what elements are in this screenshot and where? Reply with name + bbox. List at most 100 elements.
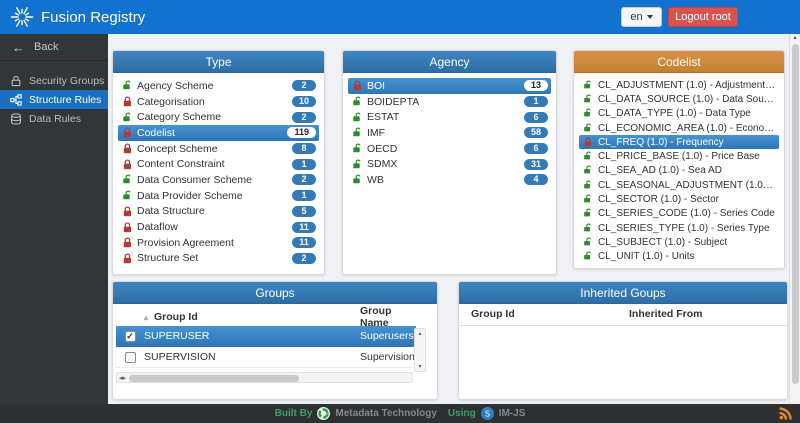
unlocked-padlock-icon	[122, 80, 133, 91]
column-header-group-id: Group Id	[154, 311, 198, 323]
list-item[interactable]: Concept Scheme 8	[118, 141, 319, 157]
list-item[interactable]: Data Consumer Scheme 2	[118, 172, 319, 188]
type-panel-header: Type	[113, 51, 324, 73]
list-item[interactable]: CL_DATA_SOURCE (1.0) - Data Source	[579, 92, 779, 106]
builder-name[interactable]: Metadata Technology	[335, 408, 437, 419]
list-item[interactable]: CL_PRICE_BASE (1.0) - Price Base	[579, 149, 779, 163]
list-item[interactable]: Categorisation 10	[118, 94, 319, 110]
rss-icon[interactable]	[778, 406, 793, 421]
list-item[interactable]: CL_SEA_AD (1.0) - Sea AD	[579, 164, 779, 178]
item-label: BOIDEPTA	[367, 96, 419, 108]
count-badge: 6	[524, 143, 548, 154]
list-item[interactable]: CL_SEASONAL_ADJUSTMENT (1.0) - Seasonal …	[579, 178, 779, 192]
item-label: Category Scheme	[137, 111, 221, 123]
scrollbar-thumb[interactable]	[129, 375, 299, 382]
scroll-down-icon[interactable]	[418, 363, 421, 370]
table-row[interactable]: SUPERUSER Superusers	[116, 326, 416, 347]
group-name-cell: Superusers	[360, 330, 416, 342]
footer: Built By Metadata Technology Using S IM-…	[0, 404, 800, 423]
item-label: CL_ECONOMIC_AREA (1.0) - Economic Area	[598, 123, 776, 134]
agency-panel-header: Agency	[343, 51, 556, 73]
structure-icon	[10, 94, 22, 106]
locked-padlock-icon	[122, 96, 133, 107]
page-vertical-scrollbar[interactable]	[789, 34, 800, 404]
brand[interactable]: Fusion Registry	[10, 5, 145, 29]
list-item[interactable]: Data Provider Scheme 1	[118, 188, 319, 204]
scroll-up-icon[interactable]	[790, 34, 800, 41]
list-item[interactable]: CL_SERIES_TYPE (1.0) - Series Type	[579, 221, 779, 235]
codelist-list: CL_ADJUSTMENT (1.0) - Adjustment indicat…	[574, 73, 784, 264]
count-badge: 2	[292, 253, 316, 264]
list-item[interactable]: CL_UNIT (1.0) - Units	[579, 250, 779, 264]
list-item[interactable]: Dataflow 11	[118, 219, 319, 235]
back-label: Back	[34, 41, 58, 53]
table-row[interactable]: SUPERVISION Supervision	[116, 347, 416, 368]
language-selector[interactable]: en	[621, 7, 662, 27]
column-header-group-id: Group Id	[471, 308, 629, 325]
scrollbar-thumb[interactable]	[792, 44, 799, 384]
list-item[interactable]: CL_SERIES_CODE (1.0) - Series Code	[579, 207, 779, 221]
list-item[interactable]: Codelist 119	[118, 125, 319, 141]
list-item[interactable]: IMF 58	[348, 125, 551, 141]
count-badge: 4	[524, 174, 548, 185]
sidebar-menu: Security Groups	[0, 71, 108, 128]
back-button[interactable]: Back	[0, 34, 108, 61]
locked-padlock-icon	[122, 143, 133, 154]
list-item[interactable]: CL_ADJUSTMENT (1.0) - Adjustment indicat…	[579, 78, 779, 92]
list-item[interactable]: Structure Set 2	[118, 251, 319, 267]
list-item[interactable]: Agency Scheme 2	[118, 78, 319, 94]
row-checkbox[interactable]	[125, 331, 136, 342]
list-item[interactable]: WB 4	[348, 172, 551, 188]
sidebar-item[interactable]: Security Groups	[0, 71, 108, 90]
row-checkbox[interactable]	[125, 352, 136, 363]
locked-padlock-icon	[122, 253, 133, 264]
list-item[interactable]: BOIDEPTA 1	[348, 94, 551, 110]
list-item[interactable]: CL_ECONOMIC_AREA (1.0) - Economic Area	[579, 121, 779, 135]
groups-horizontal-scrollbar[interactable]	[116, 372, 413, 383]
scroll-right-icon[interactable]	[123, 374, 127, 382]
back-arrow-icon	[12, 40, 25, 55]
list-item[interactable]: CL_SECTOR (1.0) - Sector	[579, 192, 779, 206]
built-by-label: Built By	[275, 408, 313, 419]
list-item[interactable]: Data Structure 5	[118, 204, 319, 220]
count-badge: 8	[292, 143, 316, 154]
group-id-cell: SUPERVISION	[144, 351, 360, 363]
caret-down-icon	[647, 15, 653, 19]
app-title: Fusion Registry	[41, 9, 145, 26]
im-js-logo: S	[481, 407, 494, 420]
count-badge: 2	[292, 112, 316, 123]
item-label: Agency Scheme	[137, 80, 213, 92]
item-label: CL_UNIT (1.0) - Units	[598, 251, 695, 262]
group-id-cell: SUPERUSER	[144, 330, 360, 342]
unlocked-padlock-icon	[583, 151, 593, 161]
logout-button[interactable]: Logout root	[668, 7, 738, 27]
list-item[interactable]: Content Constraint 1	[118, 156, 319, 172]
list-item[interactable]: ESTAT 6	[348, 109, 551, 125]
sidebar-item[interactable]: Structure Rules	[0, 90, 108, 109]
count-badge: 1	[292, 159, 316, 170]
list-item[interactable]: BOI 13	[348, 78, 551, 94]
scroll-up-icon[interactable]	[418, 330, 421, 337]
list-item[interactable]: SDMX 31	[348, 156, 551, 172]
count-badge: 58	[524, 127, 548, 138]
count-badge: 13	[524, 80, 548, 91]
list-item[interactable]: OECD 6	[348, 141, 551, 157]
list-item[interactable]: Category Scheme 2	[118, 109, 319, 125]
list-item[interactable]: CL_FREQ (1.0) - Frequency	[579, 135, 779, 149]
column-header-group-name[interactable]: Group Name	[360, 305, 416, 329]
inherited-table-header: Group Id Inherited From	[459, 308, 787, 326]
item-label: Categorisation	[137, 96, 205, 108]
item-label: CL_PRICE_BASE (1.0) - Price Base	[598, 151, 760, 162]
unlocked-padlock-icon	[583, 165, 593, 175]
inherited-table: Group Id Inherited From	[459, 308, 787, 326]
sidebar: Back	[0, 34, 108, 405]
unlocked-padlock-icon	[352, 96, 363, 107]
sidebar-item[interactable]: Data Rules	[0, 109, 108, 128]
library-name[interactable]: IM-JS	[499, 408, 526, 419]
list-item[interactable]: CL_SUBJECT (1.0) - Subject	[579, 235, 779, 249]
list-item[interactable]: Provision Agreement 11	[118, 235, 319, 251]
groups-panel-header: Groups	[113, 282, 437, 304]
groups-vertical-scrollbar[interactable]	[414, 328, 426, 372]
list-item[interactable]: CL_DATA_TYPE (1.0) - Data Type	[579, 107, 779, 121]
count-badge: 11	[292, 237, 316, 248]
